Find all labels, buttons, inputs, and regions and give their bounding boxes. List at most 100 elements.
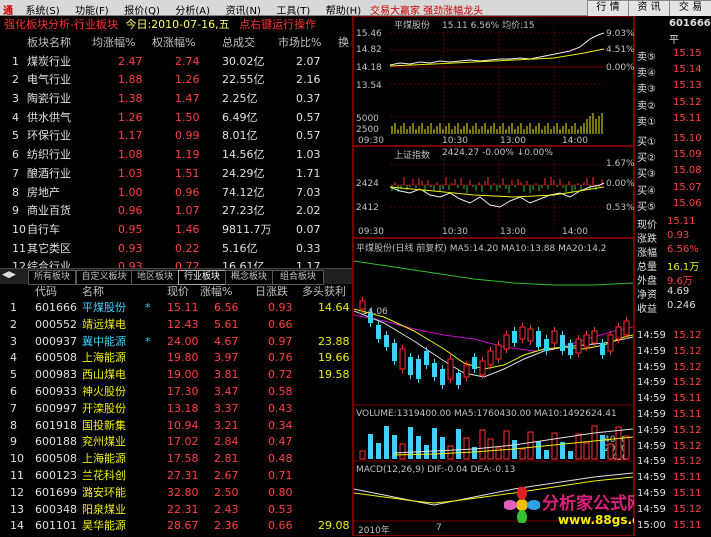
tick-price: 15.11: [673, 409, 702, 420]
col-name[interactable]: 名称: [82, 284, 104, 300]
stock-row[interactable]: 14 601101 昊华能源 28.67 2.36 0.66 29.08: [0, 518, 352, 535]
sector-row[interactable]: 4 供水供气 1.26 1.50 6.49亿 0.57: [0, 109, 352, 128]
stat-value: 0.246: [667, 300, 696, 311]
col-market-ratio[interactable]: 市场比%: [278, 34, 321, 53]
kline-candles: [359, 297, 630, 389]
volume-down: [440, 437, 445, 459]
tick-time: 14:59: [637, 456, 666, 468]
kline-chart[interactable]: 平煤股份(日线 前复权) MA5:14.20 MA10:13.88 MA20:1…: [353, 238, 660, 536]
row-index: 9: [10, 435, 17, 449]
app-logo-icon[interactable]: 通: [0, 1, 16, 17]
stock-row[interactable]: 5 000983 西山煤电 19.00 3.81 0.72 19.58: [0, 367, 352, 384]
tab-4[interactable]: 概念板块: [225, 270, 273, 285]
market-ratio: 1.03: [296, 148, 321, 162]
stock-row[interactable]: 2 000552 靖远煤电 12.43 5.61 0.66: [0, 317, 352, 334]
stock-rows: 1 601666 平煤股份 * 15.11 6.56 0.93 14.64 2 000552 靖远煤…: [0, 300, 352, 535]
ask-price: 15.14: [673, 64, 702, 76]
candle-down: [416, 359, 421, 379]
trade-tab-button[interactable]: 交 易: [669, 0, 711, 17]
index-chart[interactable]: 上证指数 2424.27 -0.00% ↓0.00% 2424 2412 1.6…: [353, 146, 635, 238]
col-change-pct[interactable]: 涨幅%: [200, 284, 232, 300]
stat-label: 外盘: [637, 276, 657, 287]
stock-row[interactable]: 11 600123 兰花科创 27.31 2.67 0.71: [0, 468, 352, 485]
candle-up: [551, 330, 558, 344]
col-weighted-change[interactable]: 权涨幅%: [152, 34, 195, 53]
tab-scroll-arrows-icon[interactable]: ◀▶: [2, 270, 16, 280]
menu-item-tools[interactable]: 工具(T): [270, 0, 316, 17]
quote-tab-button[interactable]: 行 情: [587, 0, 629, 17]
watermark-text: 分析家公式网: [542, 494, 644, 514]
sector-row[interactable]: 1 煤炭行业 2.47 2.74 30.02亿 2.07: [0, 53, 352, 72]
col-long-profit[interactable]: 多头获利: [302, 284, 346, 300]
market-ratio: 7.03: [296, 185, 321, 199]
col-total-volume[interactable]: 总成交: [222, 34, 255, 53]
stock-name: 开滦股份: [82, 401, 126, 415]
menu-item-system[interactable]: 系统(S): [20, 0, 66, 17]
stock-day-change: 0.80: [268, 485, 293, 499]
weighted-change: 0.99: [175, 129, 200, 143]
volume-up: [503, 430, 510, 460]
stock-row[interactable]: 6 600933 神火股份 17.30 3.47 0.58: [0, 384, 352, 401]
col-code[interactable]: 代码: [35, 284, 57, 300]
total-volume: 27.23亿: [222, 204, 265, 218]
candle-down: [440, 369, 445, 385]
stock-long-profit: 19.58: [318, 368, 350, 382]
row-index: 7: [12, 166, 19, 180]
stock-row[interactable]: 8 601918 国投新集 10.94 3.21 0.34: [0, 418, 352, 435]
tick-price: 15.11: [673, 472, 702, 484]
stock-row[interactable]: 3 000937 冀中能源 * 24.00 4.67 0.97 23.88: [0, 334, 352, 351]
col-price[interactable]: 现价: [167, 284, 189, 300]
sector-row[interactable]: 5 环保行业 1.17 0.99 8.01亿 0.57: [0, 127, 352, 146]
sector-row[interactable]: 11 其它类区 0.93 0.22 5.16亿 0.33: [0, 240, 352, 259]
tab-0[interactable]: 所有板块: [28, 270, 76, 285]
stat-label: 现价: [637, 220, 657, 231]
stock-day-change: 0.58: [268, 384, 293, 398]
volume-up: [615, 426, 622, 460]
tab-3[interactable]: 行业板块: [178, 270, 226, 285]
col-sector-name[interactable]: 板块名称: [27, 34, 71, 53]
candle-up: [463, 364, 470, 378]
volume-down: [416, 436, 421, 459]
tab-1[interactable]: 自定义板块: [76, 270, 132, 285]
intraday-chart[interactable]: 平煤股份 15.11 6.56% 均价:15 15.46 14.82 14.18…: [353, 16, 635, 146]
sector-row[interactable]: 8 房地产 1.00 0.96 74.12亿 7.03: [0, 184, 352, 203]
col-avg-change[interactable]: 均涨幅%: [92, 34, 135, 53]
sector-row[interactable]: 6 纺织行业 1.08 1.19 14.56亿 1.03: [0, 146, 352, 165]
stock-row[interactable]: 7 600997 开滦股份 13.18 3.37 0.43: [0, 401, 352, 418]
stock-row[interactable]: 4 600508 上海能源 19.80 3.97 0.76 19.66: [0, 350, 352, 367]
menu-item-news[interactable]: 资讯(N): [220, 0, 267, 17]
sector-row[interactable]: 10 自行车 0.95 1.46 9811.7万 0.07: [0, 221, 352, 240]
sector-row[interactable]: 9 商业百货 0.96 1.07 27.23亿 2.02: [0, 202, 352, 221]
col-turnover[interactable]: 换: [338, 34, 349, 53]
sector-row[interactable]: 3 陶瓷行业 1.38 1.47 2.25亿 0.37: [0, 90, 352, 109]
stock-row[interactable]: 9 600188 兖州煤业 17.02 2.84 0.47: [0, 434, 352, 451]
stock-change-pct: 2.43: [214, 502, 239, 516]
stock-row[interactable]: 12 601699 潞安环能 32.80 2.50 0.80: [0, 485, 352, 502]
sector-row[interactable]: 7 酿酒行业 1.03 1.51 24.29亿 1.71: [0, 165, 352, 184]
stock-change-pct: 4.67: [214, 334, 239, 348]
menu-item-help[interactable]: 帮助(H): [320, 0, 367, 17]
stock-change-pct: 2.50: [214, 485, 239, 499]
menu-item-quote[interactable]: 报价(Q): [118, 0, 166, 17]
stock-code: 600123: [35, 468, 77, 482]
bid-price: 15.08: [673, 165, 702, 177]
stock-price: 15.11: [167, 301, 199, 314]
stock-price: 10.94: [167, 418, 199, 432]
tab-5[interactable]: 组合板块: [272, 270, 324, 285]
weighted-change: 1.19: [175, 148, 200, 162]
stat-value: 9.6万: [667, 276, 693, 287]
sector-row[interactable]: 2 电气行业 1.88 1.26 22.55亿 2.16: [0, 71, 352, 90]
stock-row[interactable]: 13 600348 阳泉煤业 22.31 2.43 0.53: [0, 502, 352, 519]
marquee-text[interactable]: 交易大赢家 强劲涨幅龙头: [370, 2, 483, 17]
stock-row[interactable]: 1 601666 平煤股份 * 15.11 6.56 0.93 14.64: [0, 300, 352, 317]
total-volume: 14.56亿: [222, 148, 265, 162]
stock-row[interactable]: 10 600508 上海能源 17.58 2.81 0.48: [0, 451, 352, 468]
news-tab-button[interactable]: 资 讯: [628, 0, 670, 17]
stat-label: 总量: [637, 262, 657, 273]
tab-2[interactable]: 地区板块: [131, 270, 179, 285]
bid-price: 15.09: [673, 149, 702, 161]
menu-item-function[interactable]: 功能(F): [69, 0, 115, 17]
row-index: 5: [10, 368, 17, 382]
menu-item-analysis[interactable]: 分析(A): [169, 0, 216, 17]
col-day-change[interactable]: 日涨跌: [255, 284, 288, 300]
